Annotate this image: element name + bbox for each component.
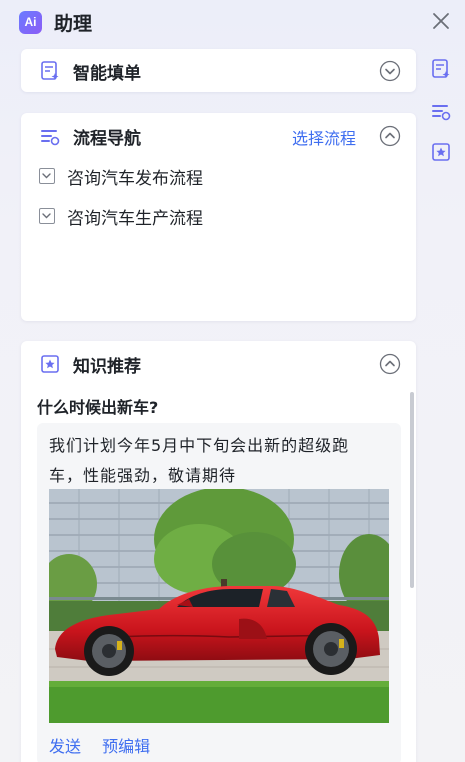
select-flow-link[interactable]: 选择流程 xyxy=(292,125,356,149)
chevron-down-icon xyxy=(42,213,51,219)
flow-nav-card: 流程导航 选择流程 咨询汽车发布流程 咨询汽车生产流程 xyxy=(21,113,416,321)
expand-checkbox[interactable] xyxy=(39,208,55,224)
flow-item-label: 咨询汽车发布流程 xyxy=(67,168,203,189)
answer-box: 我们计划今年5月中下旬会出新的超级跑 车，性能强劲，敬请期待 发送 预编辑 xyxy=(37,423,401,762)
answer-actions: 发送 预编辑 xyxy=(49,733,150,757)
knowledge-title: 知识推荐 xyxy=(73,357,141,377)
flow-item-release[interactable]: 咨询汽车发布流程 xyxy=(39,165,203,189)
knowledge-icon xyxy=(41,355,59,373)
answer-line: 我们计划今年5月中下旬会出新的超级跑 xyxy=(49,436,350,455)
smart-form-title: 智能填单 xyxy=(73,64,141,84)
chevron-up-icon[interactable] xyxy=(379,125,401,147)
answer-line: 车，性能强劲，敬请期待 xyxy=(49,466,237,485)
form-icon xyxy=(41,61,59,80)
question-text: 什么时候出新车? xyxy=(37,398,159,417)
car-photo xyxy=(49,489,389,723)
send-link[interactable]: 发送 xyxy=(49,737,81,756)
chevron-down-icon xyxy=(42,173,51,179)
smart-form-card[interactable]: 智能填单 xyxy=(21,49,416,92)
panel-header: Ai 助理 xyxy=(0,0,465,44)
panel-title: 助理 xyxy=(54,13,93,35)
knowledge-card: 知识推荐 什么时候出新车? 我们计划今年5月中下旬会出新的超级跑 车，性能强劲，… xyxy=(21,341,416,762)
close-icon[interactable] xyxy=(430,10,452,32)
form-icon[interactable] xyxy=(430,58,452,80)
chevron-up-icon[interactable] xyxy=(379,353,401,375)
scrollbar[interactable] xyxy=(410,392,414,588)
answer-text: 我们计划今年5月中下旬会出新的超级跑 车，性能强劲，敬请期待 xyxy=(49,431,394,491)
flow-nav-title: 流程导航 xyxy=(73,129,141,149)
flow-icon xyxy=(41,130,60,146)
knowledge-icon[interactable] xyxy=(430,141,452,163)
assistant-logo: Ai xyxy=(19,11,42,34)
flow-item-label: 咨询汽车生产流程 xyxy=(67,208,203,229)
expand-checkbox[interactable] xyxy=(39,168,55,184)
pre-edit-link[interactable]: 预编辑 xyxy=(102,737,150,756)
chevron-down-icon[interactable] xyxy=(379,60,401,82)
flow-item-production[interactable]: 咨询汽车生产流程 xyxy=(39,205,203,229)
flow-icon[interactable] xyxy=(430,100,452,122)
